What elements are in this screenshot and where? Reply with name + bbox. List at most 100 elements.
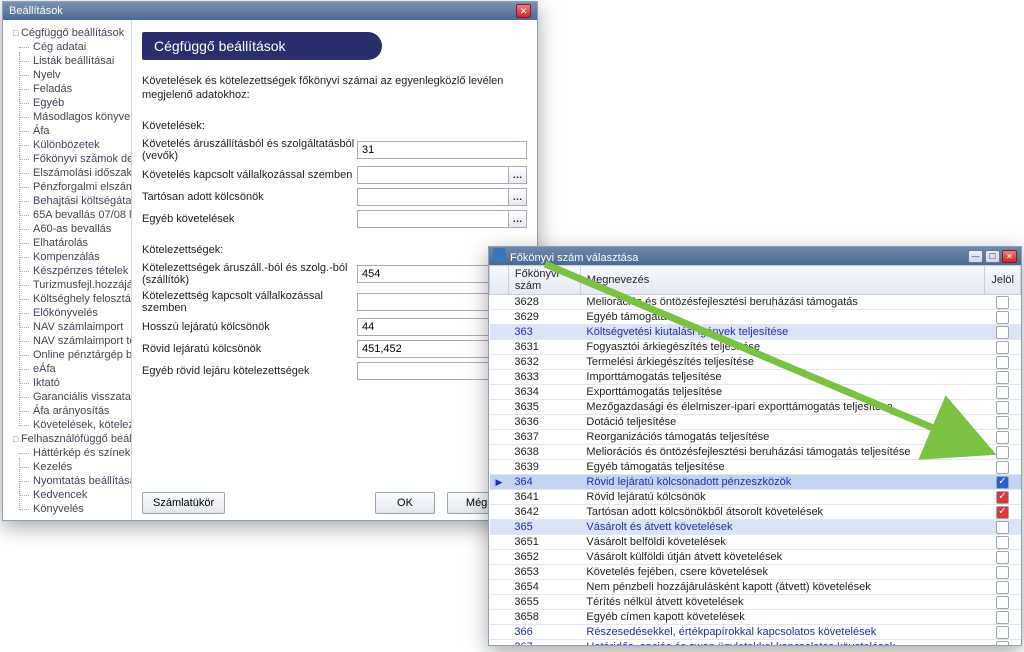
tree-item[interactable]: Behajtási költségátalány <box>11 194 127 208</box>
picker-titlebar[interactable]: Főkönyvi szám választása — ☐ ✕ <box>489 247 1021 265</box>
checkbox[interactable] <box>996 536 1009 549</box>
picker-r4[interactable]: … <box>508 211 526 227</box>
checkbox[interactable] <box>996 326 1009 339</box>
table-row[interactable]: 3634Exporttámogatás teljesítése <box>490 385 1021 400</box>
checkbox[interactable] <box>996 581 1009 594</box>
checkbox[interactable] <box>996 371 1009 384</box>
table-row[interactable]: 363Költségvetési kiutalási igények telje… <box>490 325 1021 340</box>
table-row[interactable]: 365Vásárolt és átvett követelések <box>490 520 1021 535</box>
table-row[interactable]: 3636Dotáció teljesítése <box>490 415 1021 430</box>
table-row[interactable]: 3639Egyéb támogatás teljesítése <box>490 460 1021 475</box>
maximize-icon[interactable]: ☐ <box>985 250 1000 263</box>
tree-item[interactable]: Könyvelés <box>11 502 127 516</box>
tree-item[interactable]: Garanciális visszatartás <box>11 390 127 404</box>
checkbox[interactable] <box>996 596 1009 609</box>
checkbox-checked[interactable] <box>996 476 1009 489</box>
tree-item[interactable]: NAV számlaimport <box>11 320 127 334</box>
chart-of-accounts-button[interactable]: Számlatükör <box>142 492 225 514</box>
ok-button[interactable]: OK <box>375 492 435 514</box>
settings-titlebar[interactable]: Beállítások ✕ <box>3 2 537 20</box>
checkbox[interactable] <box>996 461 1009 474</box>
table-row[interactable]: 3658Egyéb címen kapott követelések <box>490 610 1021 625</box>
tree-item[interactable]: Kezelés <box>11 460 127 474</box>
checkbox-checked[interactable] <box>996 506 1009 519</box>
tree-item[interactable]: NAV számlaimport tétel göngyölés <box>11 334 127 348</box>
checkbox[interactable] <box>996 521 1009 534</box>
table-row[interactable]: 3652Vásárolt külföldi útján átvett követ… <box>490 550 1021 565</box>
tree-item[interactable]: Nyomtatás beállításai <box>11 474 127 488</box>
tree-item[interactable]: Áfa arányosítás <box>11 404 127 418</box>
checkbox[interactable] <box>996 311 1009 324</box>
table-row[interactable]: 3631Fogyasztói árkiegészítés teljesítése <box>490 340 1021 355</box>
table-row[interactable]: ▶364Rövid lejáratú kölcsönadott pénzeszk… <box>490 475 1021 490</box>
tree-item[interactable]: Nyelv <box>11 68 127 82</box>
tree-item[interactable]: Turizmusfejl.hozzájárulás <box>11 278 127 292</box>
checkbox-checked[interactable] <box>996 491 1009 504</box>
tree-item[interactable]: Listák beállításai <box>11 54 127 68</box>
table-row[interactable]: 366Részesedésekkel, értékpapírokkal kapc… <box>490 625 1021 640</box>
table-row[interactable]: 3651Vásárolt belföldi követelések <box>490 535 1021 550</box>
close-icon[interactable]: ✕ <box>1002 250 1017 263</box>
table-row[interactable]: 3654Nem pénzbeli hozzájárulásként kapott… <box>490 580 1021 595</box>
input-r2[interactable] <box>358 167 508 183</box>
table-row[interactable]: 3642Tartósan adott kölcsönökből átsorolt… <box>490 505 1021 520</box>
tree-item[interactable]: Háttérkép és színek <box>11 446 127 460</box>
checkbox[interactable] <box>996 566 1009 579</box>
checkbox[interactable] <box>996 416 1009 429</box>
tree-item[interactable]: Online pénztárgép bizonylatok <box>11 348 127 362</box>
input-r1[interactable] <box>358 142 526 158</box>
checkbox[interactable] <box>996 641 1009 646</box>
input-r3[interactable] <box>358 189 508 205</box>
picker-r3[interactable]: … <box>508 189 526 205</box>
col-code[interactable]: Főkönyvi szám <box>508 266 580 295</box>
checkbox[interactable] <box>996 431 1009 444</box>
tree-group[interactable]: Cégfüggő beállítások <box>11 26 127 40</box>
tree-group[interactable]: Felhasználófüggő beállítások <box>11 432 127 446</box>
tree-item[interactable]: Elszámolási időszak <box>11 166 127 180</box>
col-mark[interactable]: Jelöl <box>985 266 1021 295</box>
tree-item[interactable]: Különbözetek <box>11 138 127 152</box>
tree-item[interactable]: Készpénzes tételek <box>11 264 127 278</box>
tree-item[interactable]: Másodlagos könyvelés <box>11 110 127 124</box>
checkbox[interactable] <box>996 341 1009 354</box>
table-row[interactable]: 3628Meliorációs és öntözésfejlesztési be… <box>490 295 1021 310</box>
tree-item[interactable]: Feladás <box>11 82 127 96</box>
tree-item[interactable]: A60-as bevallás <box>11 222 127 236</box>
picker-r2[interactable]: … <box>508 167 526 183</box>
minimize-icon[interactable]: — <box>968 250 983 263</box>
tree-item[interactable]: Cég adatai <box>11 40 127 54</box>
table-row[interactable]: 367Határidős, opciós és swap ügyletekkel… <box>490 640 1021 646</box>
checkbox[interactable] <box>996 296 1009 309</box>
table-row[interactable]: 3637Reorganizációs támogatás teljesítése <box>490 430 1021 445</box>
tree-item[interactable]: Költséghely felosztás <box>11 292 127 306</box>
checkbox[interactable] <box>996 386 1009 399</box>
tree-item[interactable]: Kompenzálás <box>11 250 127 264</box>
table-row[interactable]: 3629Egyéb támogatás <box>490 310 1021 325</box>
input-r9[interactable] <box>358 363 508 379</box>
checkbox[interactable] <box>996 626 1009 639</box>
tree-item[interactable]: Kedvencek <box>11 488 127 502</box>
tree-item[interactable]: 65A bevallás 07/08 lap <box>11 208 127 222</box>
checkbox[interactable] <box>996 611 1009 624</box>
table-row[interactable]: 3653Követelés fejében, csere követelések <box>490 565 1021 580</box>
table-row[interactable]: 3638Meliorációs és öntözésfejlesztési be… <box>490 445 1021 460</box>
gl-table[interactable]: Főkönyvi szám Megnevezés Jelöl 3628Melio… <box>489 265 1021 645</box>
table-row[interactable]: 3633Importtámogatás teljesítése <box>490 370 1021 385</box>
tree-item[interactable]: Egyéb <box>11 96 127 110</box>
close-icon[interactable]: ✕ <box>516 4 531 18</box>
tree-item[interactable]: Előkönyvelés <box>11 306 127 320</box>
checkbox[interactable] <box>996 446 1009 459</box>
table-row[interactable]: 3655Térítés nélkül átvett követelések <box>490 595 1021 610</box>
table-row[interactable]: 3635Mezőgazdasági és élelmiszer-ipari ex… <box>490 400 1021 415</box>
tree-item[interactable]: eÁfa <box>11 362 127 376</box>
checkbox[interactable] <box>996 356 1009 369</box>
settings-tree[interactable]: Cégfüggő beállításokCég adataiListák beá… <box>3 20 132 520</box>
tree-item[interactable]: Elhatárolás <box>11 236 127 250</box>
checkbox[interactable] <box>996 551 1009 564</box>
tree-item[interactable]: Pénzforgalmi elszámolás <box>11 180 127 194</box>
tree-item[interactable]: Követelések, kötelezettségek <box>11 418 127 432</box>
table-row[interactable]: 3641Rövid lejáratú kölcsönök <box>490 490 1021 505</box>
table-row[interactable]: 3632Termelési árkiegészítés teljesítése <box>490 355 1021 370</box>
tree-item[interactable]: Áfa <box>11 124 127 138</box>
checkbox[interactable] <box>996 401 1009 414</box>
